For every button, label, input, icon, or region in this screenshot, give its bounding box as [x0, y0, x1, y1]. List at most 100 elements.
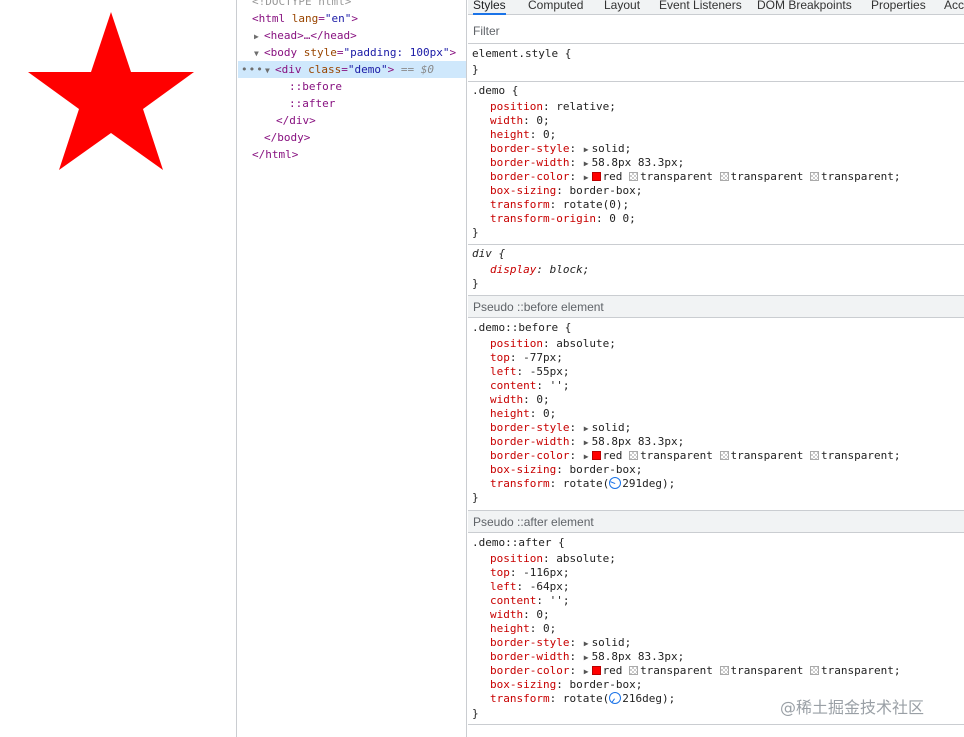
prop-name: width	[490, 393, 524, 406]
css-property-transform[interactable]: transform: rotate(0);	[490, 198, 629, 212]
triangle-right-icon[interactable]: ▶	[584, 651, 589, 665]
prop-name: border-color	[490, 170, 570, 183]
prop-value: relative;	[556, 100, 616, 113]
triangle-right-icon[interactable]: ▶	[584, 665, 589, 679]
color-swatch-icon[interactable]	[810, 172, 820, 181]
css-property-height[interactable]: height: 0;	[490, 407, 556, 421]
css-property-border-width[interactable]: border-width: ▶ 58.8px 83.3px;	[490, 156, 684, 170]
css-property-height[interactable]: height: 0;	[490, 128, 556, 142]
css-property-transform[interactable]: transform: rotate(216deg);	[490, 692, 675, 706]
prop-name: box-sizing	[490, 184, 557, 197]
dom-doctype[interactable]: <!DOCTYPE html>	[252, 0, 466, 10]
dom-html-close[interactable]: </html>	[252, 146, 466, 163]
angle-clock-icon[interactable]	[609, 477, 622, 489]
prop-value: -116px;	[523, 566, 570, 579]
color-swatch-icon[interactable]	[591, 451, 601, 460]
div-ua-selector[interactable]: div {	[472, 247, 505, 261]
css-property-width[interactable]: width: 0;	[490, 393, 550, 407]
css-property-box-sizing[interactable]: box-sizing: border-box;	[490, 463, 642, 477]
dom-body[interactable]: ▼ <body style="padding: 100px">	[254, 44, 466, 61]
filter-input[interactable]	[473, 23, 773, 39]
css-property-content[interactable]: content: '';	[490, 594, 569, 608]
css-property-position[interactable]: position: relative;	[490, 100, 616, 114]
more-icon[interactable]: •••	[241, 61, 264, 78]
prop-value: transparent	[640, 170, 713, 183]
prop-name: border-style	[490, 421, 570, 434]
dom-div-demo-selected[interactable]: ••• ▼ <div class="demo"> == $0	[238, 61, 466, 78]
color-swatch-icon[interactable]	[629, 666, 639, 675]
styles-pane: Styles Computed Layout Event Listeners D…	[468, 0, 964, 737]
triangle-right-icon[interactable]: ▶	[254, 28, 264, 45]
prop-value: block;	[549, 263, 590, 276]
before-selector[interactable]: .demo::before {	[472, 321, 571, 335]
red-star-shape	[28, 12, 194, 170]
triangle-right-icon[interactable]: ▶	[584, 450, 589, 464]
color-swatch-icon[interactable]	[629, 172, 639, 181]
triangle-down-icon[interactable]: ▼	[265, 62, 275, 79]
prop-value: 58.8px 83.3px;	[591, 650, 685, 663]
prop-value-prefix: rotate(	[562, 477, 610, 490]
color-swatch-icon[interactable]	[629, 451, 639, 460]
tab-dom-breakpoints[interactable]: DOM Breakpoints	[757, 0, 852, 15]
css-property-width[interactable]: width: 0;	[490, 608, 550, 622]
color-swatch-icon[interactable]	[591, 666, 601, 675]
pseudo-after-label: ::after	[289, 97, 336, 110]
css-property-transform[interactable]: transform: rotate(291deg);	[490, 477, 675, 491]
tab-properties[interactable]: Properties	[871, 0, 926, 15]
triangle-right-icon[interactable]: ▶	[584, 637, 589, 651]
html-lang-value: "en"	[324, 12, 352, 25]
color-swatch-icon[interactable]	[719, 666, 729, 675]
triangle-right-icon[interactable]: ▶	[584, 436, 589, 450]
css-property-content[interactable]: content: '';	[490, 379, 569, 393]
css-property-position[interactable]: position: absolute;	[490, 337, 616, 351]
prop-name: position	[490, 100, 543, 113]
dom-head[interactable]: ▶ <head>…</head>	[254, 27, 466, 44]
triangle-right-icon[interactable]: ▶	[584, 422, 589, 436]
div-ua-prop[interactable]: display: block;	[490, 263, 589, 277]
css-property-box-sizing[interactable]: box-sizing: border-box;	[490, 678, 642, 692]
css-property-border-color[interactable]: border-color: ▶ red transparent transpare…	[490, 449, 901, 463]
triangle-right-icon[interactable]: ▶	[584, 157, 589, 171]
css-property-border-style[interactable]: border-style: ▶ solid;	[490, 421, 631, 435]
dom-html-open[interactable]: <html lang="en">	[252, 10, 466, 27]
css-property-top[interactable]: top: -116px;	[490, 566, 569, 580]
triangle-right-icon[interactable]: ▶	[584, 143, 589, 157]
triangle-right-icon[interactable]: ▶	[584, 171, 589, 185]
prop-value: '';	[549, 379, 570, 392]
css-property-border-style[interactable]: border-style: ▶ solid;	[490, 142, 631, 156]
tab-layout[interactable]: Layout	[604, 0, 640, 15]
tab-accessibility[interactable]: Acce	[944, 0, 964, 15]
tab-event-listeners[interactable]: Event Listeners	[659, 0, 742, 15]
css-property-left[interactable]: left: -64px;	[490, 580, 570, 594]
element-style-selector[interactable]: element.style {	[472, 47, 571, 61]
color-swatch-icon[interactable]	[591, 172, 601, 181]
dom-pseudo-before[interactable]: ::before	[289, 78, 466, 95]
color-swatch-icon[interactable]	[810, 666, 820, 675]
color-swatch-icon[interactable]	[719, 451, 729, 460]
css-property-border-style[interactable]: border-style: ▶ solid;	[490, 636, 631, 650]
css-property-box-sizing[interactable]: box-sizing: border-box;	[490, 184, 642, 198]
angle-clock-icon[interactable]	[609, 692, 622, 704]
css-property-height[interactable]: height: 0;	[490, 622, 556, 636]
css-property-border-width[interactable]: border-width: ▶ 58.8px 83.3px;	[490, 650, 684, 664]
css-property-position[interactable]: position: absolute;	[490, 552, 616, 566]
css-property-top[interactable]: top: -77px;	[490, 351, 563, 365]
css-property-border-width[interactable]: border-width: ▶ 58.8px 83.3px;	[490, 435, 684, 449]
dom-div-close[interactable]: </div>	[276, 112, 466, 129]
css-property-width[interactable]: width: 0;	[490, 114, 550, 128]
css-property-border-color[interactable]: border-color: ▶ red transparent transpare…	[490, 170, 901, 184]
css-property-transform-origin[interactable]: transform-origin: 0 0;	[490, 212, 636, 226]
dom-pseudo-after[interactable]: ::after	[289, 95, 466, 112]
after-selector[interactable]: .demo::after {	[472, 536, 565, 550]
color-swatch-icon[interactable]	[719, 172, 729, 181]
dom-body-close[interactable]: </body>	[264, 129, 466, 146]
tab-styles[interactable]: Styles	[473, 0, 506, 15]
demo-selector[interactable]: .demo {	[472, 84, 518, 98]
triangle-down-icon[interactable]: ▼	[254, 45, 264, 62]
color-swatch-icon[interactable]	[810, 451, 820, 460]
html-lang-attr: lang	[291, 12, 319, 25]
pseudo-after-header: Pseudo ::after element	[468, 510, 964, 533]
tab-computed[interactable]: Computed	[528, 0, 583, 15]
css-property-border-color[interactable]: border-color: ▶ red transparent transpare…	[490, 664, 901, 678]
css-property-left[interactable]: left: -55px;	[490, 365, 570, 379]
